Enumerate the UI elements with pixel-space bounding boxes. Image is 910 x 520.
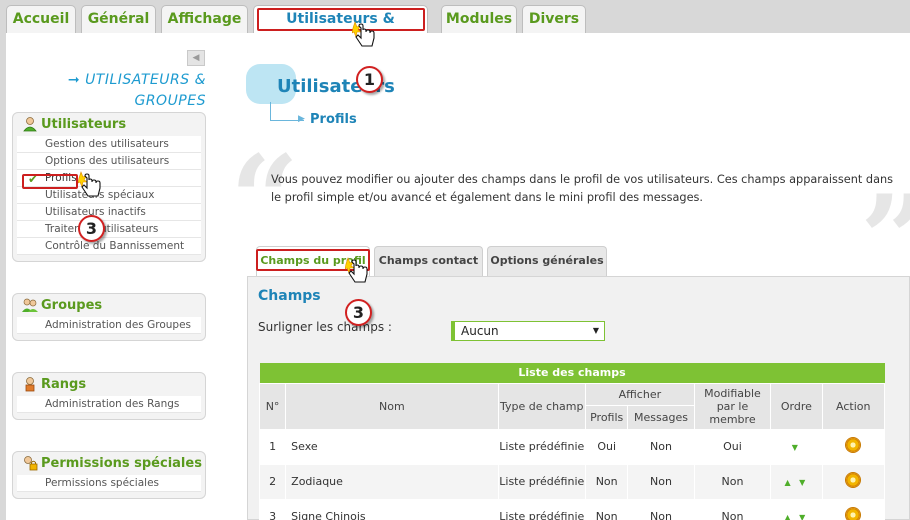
panel-permissions: Permissions spéciales Permissions spécia… (12, 451, 206, 499)
gear-icon[interactable] (846, 473, 861, 487)
top-navigation: Accueil Général Affichage Utilisateurs &… (0, 0, 910, 54)
table-row: 2 Zodiaque Liste prédéfinie Non Non Non … (258, 463, 886, 500)
col-header-profils: Profils (585, 404, 629, 430)
highlight-frame-profils (22, 174, 78, 189)
hand-cursor-icon (78, 171, 101, 197)
order-arrows[interactable]: ▼ (770, 428, 823, 465)
panel-list-groupes: Administration des Groupes (17, 317, 201, 334)
gear-icon[interactable] (846, 508, 861, 520)
row-action (821, 463, 886, 500)
panel-list-utilisateurs: Gestion des utilisateurs Options des uti… (17, 136, 201, 255)
row-name: Sexe (285, 428, 499, 465)
sidebar-item-utilisateurs-inactifs[interactable]: Utilisateurs inactifs (17, 204, 201, 221)
tab-accueil[interactable]: Accueil (6, 5, 76, 33)
col-header-num: N° (258, 382, 287, 430)
sidebar-section-title: ➞ UTILISATEURS & GROUPES (67, 72, 206, 109)
lock-icon (24, 456, 38, 471)
row-messages: Non (627, 428, 695, 465)
sidebar-item-gestion-utilisateurs[interactable]: Gestion des utilisateurs (17, 136, 201, 153)
row-messages: Non (627, 463, 695, 500)
col-header-show: Afficher (585, 382, 695, 406)
panel-header-rangs: Rangs (13, 373, 205, 396)
row-num: 1 (258, 428, 287, 465)
rank-icon (25, 377, 35, 392)
panel-header-permissions: Permissions spéciales (13, 452, 205, 475)
page-subtitle: Profils (310, 112, 357, 127)
row-num: 3 (258, 498, 287, 520)
sidebar-item-options-utilisateurs[interactable]: Options des utilisateurs (17, 153, 201, 170)
col-header-editable: Modifiable par le membre (693, 382, 772, 430)
hand-cursor-icon (345, 257, 368, 283)
row-num: 2 (258, 463, 287, 500)
row-editable: Oui (693, 428, 772, 465)
row-type: Liste prédéfinie (497, 428, 587, 465)
table-row: 1 Sexe Liste prédéfinie Oui Non Oui ▼ (258, 428, 886, 465)
tab-affichage[interactable]: Affichage (161, 5, 248, 33)
fields-table: Liste des champs N° Nom Type de champ Af… (258, 363, 886, 520)
step-callout-3-sidebar: 3 (78, 215, 105, 242)
row-profils: Oui (585, 428, 629, 465)
sidebar-item-controle-bannissement[interactable]: Contrôle du Bannissement (17, 238, 201, 255)
move-arrows-icon[interactable]: ▲ ▼ (784, 513, 808, 520)
row-name: Signe Chinois (285, 498, 499, 520)
panel-list-rangs: Administration des Rangs (17, 396, 201, 413)
tab-divers[interactable]: Divers (522, 5, 586, 33)
row-editable: Non (693, 463, 772, 500)
tab-champs-contact[interactable]: Champs contact (374, 246, 483, 276)
row-messages: Non (627, 498, 695, 520)
user-icon (23, 117, 37, 132)
highlight-select[interactable]: Aucun ▼ (451, 321, 605, 341)
arrow-right-icon: ➞ (67, 72, 86, 88)
move-arrows-icon[interactable]: ▲ ▼ (784, 478, 808, 487)
col-header-name: Nom (285, 382, 499, 430)
step-callout-3-tabs: 3 (345, 299, 372, 326)
sidebar-item-traiter-utilisateurs[interactable]: Traiter les utilisateurs (17, 221, 201, 238)
col-header-action: Action (821, 382, 886, 430)
arrow-right-icon: ▶ (298, 114, 305, 124)
step-callout-1: 1 (356, 66, 383, 93)
page-description: Vous pouvez modifier ou ajouter des cham… (271, 173, 894, 204)
order-arrows[interactable]: ▲ ▼ (770, 498, 823, 520)
col-header-order: Ordre (770, 382, 823, 430)
highlight-frame-tab (257, 8, 425, 31)
row-profils: Non (585, 463, 629, 500)
row-name: Zodiaque (285, 463, 499, 500)
sidebar-item-utilisateurs-speciaux[interactable]: Utilisateurs spéciaux (17, 187, 201, 204)
tab-general[interactable]: Général (81, 5, 156, 33)
row-editable: Non (693, 498, 772, 520)
table-row: 3 Signe Chinois Liste prédéfinie Non Non… (258, 498, 886, 520)
table-caption: Liste des champs (259, 363, 885, 383)
panel-header-groupes: Groupes (13, 294, 205, 317)
gear-icon[interactable] (846, 438, 861, 452)
row-type: Liste prédéfinie (497, 498, 587, 520)
highlight-label: Surligner les champs : (258, 320, 392, 334)
move-arrows-icon[interactable]: ▼ (792, 443, 801, 452)
row-action (821, 498, 886, 520)
panel-groupes: Groupes Administration des Groupes (12, 293, 206, 341)
row-type: Liste prédéfinie (497, 463, 587, 500)
sidebar-item-administration-groupes[interactable]: Administration des Groupes (17, 317, 201, 334)
col-header-messages: Messages (627, 404, 695, 430)
hand-cursor-icon (352, 21, 375, 47)
admin-panel-screenshot: Accueil Général Affichage Utilisateurs &… (0, 0, 910, 520)
row-profils: Non (585, 498, 629, 520)
sidebar-item-permissions-speciales[interactable]: Permissions spéciales (17, 475, 201, 492)
row-action (821, 428, 886, 465)
tab-options-generales[interactable]: Options générales (487, 246, 607, 276)
section-title: Champs (258, 288, 321, 304)
panel-rangs: Rangs Administration des Rangs (12, 372, 206, 420)
tab-modules[interactable]: Modules (441, 5, 517, 33)
sidebar-item-administration-rangs[interactable]: Administration des Rangs (17, 396, 201, 413)
order-arrows[interactable]: ▲ ▼ (770, 463, 823, 500)
panel-list-permissions: Permissions spéciales (17, 475, 201, 492)
collapse-sidebar-button[interactable]: ◀ (187, 50, 205, 66)
dropdown-arrow-icon: ▼ (592, 326, 599, 335)
panel-header-utilisateurs: Utilisateurs (13, 113, 205, 136)
group-icon (22, 298, 38, 312)
col-header-type: Type de champ (497, 382, 587, 430)
